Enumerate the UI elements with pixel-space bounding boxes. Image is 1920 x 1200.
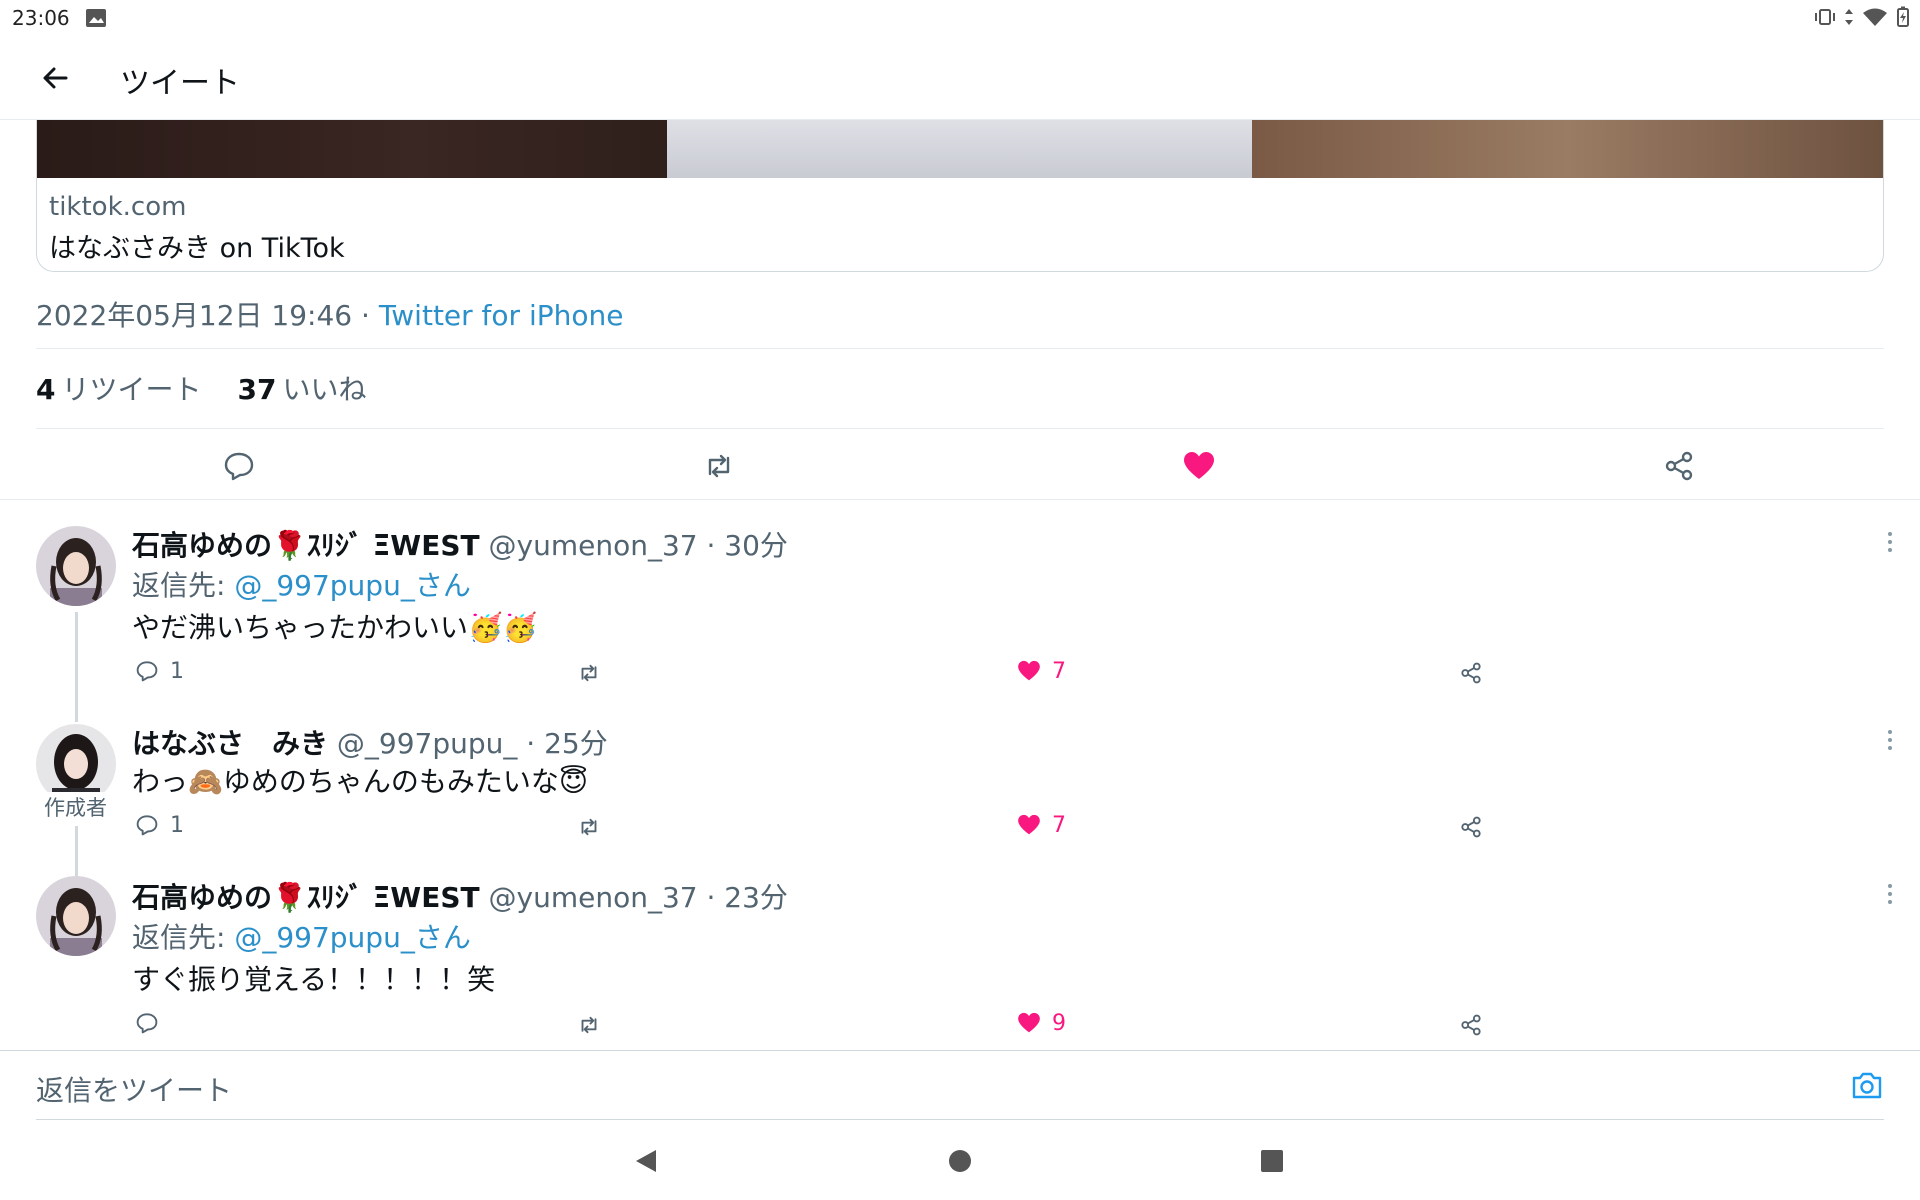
retweets-stat[interactable]: 4 リツイート	[36, 368, 202, 408]
reply-author-line: 石高ゆめの🌹ｽﾘｼﾞ ΞWEST @yumenon_37 · 30分	[132, 524, 788, 564]
system-nav-bar	[0, 1120, 1920, 1200]
retweet-icon	[581, 818, 597, 836]
camera-icon[interactable]	[1850, 1069, 1884, 1101]
nav-recents-icon[interactable]	[1260, 1148, 1284, 1174]
divider	[36, 428, 1884, 429]
retweet-button[interactable]	[576, 812, 612, 842]
reply-icon[interactable]	[221, 448, 257, 484]
reply-count: 1	[170, 812, 184, 838]
reply-icon	[136, 815, 158, 836]
page-title: ツイート	[120, 66, 240, 101]
reply-button[interactable]	[134, 1008, 170, 1038]
share-button[interactable]	[1458, 812, 1494, 842]
retweets-count: 4	[36, 373, 56, 406]
author-handle-time: @yumenon_37 · 30分	[488, 529, 788, 562]
author-name[interactable]: はなぶさ みき	[132, 727, 328, 760]
thread-line	[75, 612, 78, 722]
reply-to-line: 返信先: @_997pupu_さん	[132, 564, 471, 604]
share-button[interactable]	[1458, 1010, 1494, 1040]
reply-text: やだ沸いちゃったかわいい🥳🥳	[132, 611, 538, 644]
like-count: 7	[1052, 812, 1066, 838]
author-name[interactable]: 石高ゆめの🌹ｽﾘｼﾞ ΞWEST	[132, 529, 480, 562]
tweet-timestamp: 2022年05月12日 19:46 · Twitter for iPhone	[36, 294, 623, 334]
reply-to-prefix: 返信先:	[132, 569, 235, 602]
back-arrow-icon[interactable]	[36, 58, 76, 98]
author-handle-time: @yumenon_37 · 23分	[488, 881, 788, 914]
data-arrows-icon	[1845, 9, 1853, 25]
status-bar: 23:06	[0, 0, 1920, 38]
like-button[interactable]: 9	[1016, 1008, 1066, 1038]
author-badge: 作成者	[40, 792, 111, 822]
gallery-notification-icon	[86, 9, 106, 27]
mention-link[interactable]: @_997pupu_さん	[234, 569, 470, 602]
reply-to-prefix: 返信先:	[132, 921, 235, 954]
tweet-date: 2022年05月12日 19:46	[36, 299, 353, 332]
nav-back-icon[interactable]	[634, 1148, 658, 1174]
system-icons	[1814, 6, 1910, 28]
avatar[interactable]	[36, 876, 116, 956]
like-button[interactable]: 7	[1016, 656, 1066, 686]
like-button[interactable]: 7	[1016, 810, 1066, 840]
heart-icon[interactable]	[1181, 448, 1217, 484]
wifi-icon	[1863, 8, 1887, 26]
retweet-icon	[581, 1016, 597, 1034]
reply-button[interactable]: 1	[134, 656, 184, 686]
share-button[interactable]	[1458, 658, 1494, 688]
link-card[interactable]: tiktok.com はなぶさみき on TikTok	[36, 120, 1884, 272]
meta-separator: ·	[352, 299, 379, 332]
more-icon[interactable]	[1886, 882, 1894, 906]
tweet-action-bar	[0, 430, 1920, 500]
reply-to-line: 返信先: @_997pupu_さん	[132, 916, 471, 956]
reply-icon	[136, 661, 158, 682]
more-icon[interactable]	[1886, 530, 1894, 554]
author-name[interactable]: 石高ゆめの🌹ｽﾘｼﾞ ΞWEST	[132, 881, 480, 914]
heart-icon	[1018, 814, 1040, 835]
share-icon	[1461, 662, 1481, 684]
heart-icon	[1018, 660, 1040, 681]
likes-stat[interactable]: 37 いいね	[238, 368, 367, 408]
reply-icon	[136, 1013, 158, 1034]
reply-author-line: はなぶさ みき @_997pupu_ · 25分	[132, 722, 608, 762]
nav-home-icon[interactable]	[948, 1148, 972, 1174]
reply-count: 1	[170, 658, 184, 684]
more-icon[interactable]	[1886, 728, 1894, 752]
retweet-button[interactable]	[576, 1010, 612, 1040]
likes-label: いいね	[282, 373, 367, 406]
reply-button[interactable]: 1	[134, 810, 184, 840]
app-bar: ツイート	[0, 38, 1920, 120]
battery-icon	[1897, 6, 1909, 27]
likes-count: 37	[237, 373, 277, 406]
link-card-domain: tiktok.com	[49, 192, 187, 222]
link-card-title: はなぶさみき on TikTok	[49, 233, 345, 264]
retweet-icon	[581, 664, 597, 682]
divider	[36, 348, 1884, 349]
reply-compose-bar: 返信をツイート	[0, 1050, 1920, 1120]
like-count: 9	[1052, 1010, 1066, 1036]
reply-text: すぐ振り覚える！！！！！笑	[132, 963, 496, 996]
author-handle-time: @_997pupu_ · 25分	[336, 727, 608, 760]
thread-line	[75, 826, 78, 876]
retweets-label: リツイート	[61, 373, 202, 406]
tweet-source-link[interactable]: Twitter for iPhone	[379, 299, 624, 332]
share-icon	[1461, 816, 1481, 838]
avatar[interactable]	[36, 526, 116, 606]
reply-author-line: 石高ゆめの🌹ｽﾘｼﾞ ΞWEST @yumenon_37 · 23分	[132, 876, 788, 916]
share-icon	[1461, 1014, 1481, 1036]
reply-input[interactable]: 返信をツイート	[36, 1069, 232, 1109]
reply-text: わっ🙈ゆめのちゃんのもみたいな😇	[132, 765, 589, 798]
heart-icon	[1018, 1012, 1040, 1033]
like-count: 7	[1052, 658, 1066, 684]
tweet-stats: 4 リツイート 37 いいね	[36, 368, 366, 408]
status-time: 23:06	[12, 6, 70, 30]
retweet-icon[interactable]	[701, 448, 737, 484]
mention-link[interactable]: @_997pupu_さん	[234, 921, 470, 954]
share-icon[interactable]	[1661, 448, 1697, 484]
vibrate-icon	[1815, 9, 1835, 25]
retweet-button[interactable]	[576, 658, 612, 688]
link-card-thumbnail	[37, 120, 1883, 178]
